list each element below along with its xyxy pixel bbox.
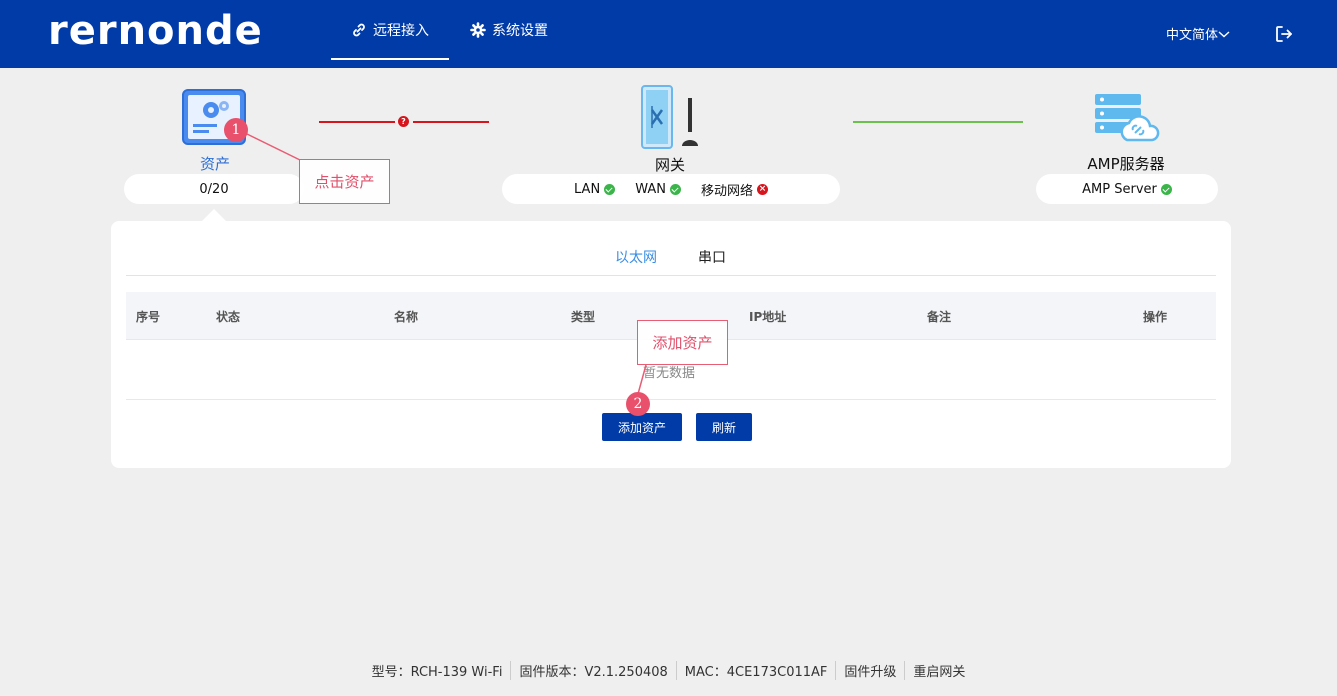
annotation-badge-1: 1: [224, 118, 248, 142]
firmware-upgrade-link[interactable]: 固件升级: [835, 661, 904, 680]
footer-firmware: 固件版本：V2.1.250408: [510, 661, 675, 680]
footer: 型号：RCH-139 Wi-Fi 固件版本：V2.1.250408 MAC：4C…: [0, 661, 1337, 680]
annotation-note-1: 点击资产: [299, 159, 390, 204]
footer-mac: MAC：4CE173C011AF: [675, 661, 836, 680]
reboot-gateway-link[interactable]: 重启网关: [904, 661, 973, 680]
annotation-badge-2: 2: [626, 392, 650, 416]
footer-model: 型号：RCH-139 Wi-Fi: [371, 665, 503, 680]
annotation-note-2: 添加资产: [637, 320, 728, 365]
